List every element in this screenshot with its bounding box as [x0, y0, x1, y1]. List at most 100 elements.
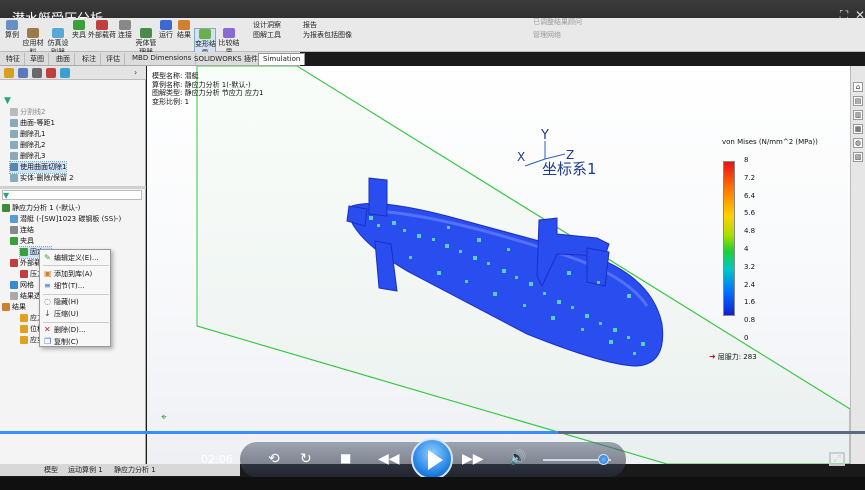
yield-strength: ➜ 屈服力: 283 — [709, 352, 757, 362]
report-image-button[interactable]: 为报表包括图像 — [303, 30, 352, 40]
home-icon[interactable]: ⌂ — [853, 82, 863, 92]
fast-forward-icon[interactable]: ▶▶ — [462, 451, 484, 467]
tab-simulation[interactable]: Simulation — [258, 53, 306, 65]
volume-knob[interactable] — [598, 454, 609, 465]
menu-item-edit-definition[interactable]: ✎ 编辑定义(E)... — [42, 252, 110, 264]
volume-icon[interactable]: 🔊 — [509, 450, 526, 466]
dimxpert-icon[interactable] — [46, 68, 56, 78]
tree-item-label: 实体-删除/保留 2 — [20, 174, 74, 182]
menu-item-suppress[interactable]: ↓ 压缩(U) — [42, 308, 110, 320]
fullscreen-icon[interactable]: ⤢ — [829, 452, 845, 466]
surface-cut-icon — [10, 163, 18, 171]
body-delete-icon — [10, 174, 18, 182]
menu-item-details[interactable]: ≡ 细节(T)... — [42, 280, 110, 292]
property-manager-icon[interactable] — [18, 68, 28, 78]
resources-icon[interactable]: ▤ — [853, 96, 863, 106]
custom-properties-icon[interactable]: ▧ — [853, 152, 863, 162]
tree-item-label: 删除孔2 — [20, 141, 46, 149]
run-icon — [160, 20, 172, 30]
sail-plane — [586, 247, 610, 287]
current-time: 02:06 — [201, 453, 233, 466]
connections-icon — [10, 226, 18, 234]
context-menu: ✎ 编辑定义(E)... ▣ 添加到库(A) ≡ 细节(T)... ◌ 隐藏(H) ↓ 压… — [39, 249, 111, 347]
rewind-icon[interactable]: ◀◀ — [378, 451, 400, 467]
tree-item-label: 静应力分析 1 (-默认-) — [12, 204, 81, 212]
report-button[interactable]: 报告 — [303, 20, 317, 30]
tab-motion-study[interactable]: 运动算例 1 — [68, 465, 103, 475]
menu-item-copy[interactable]: ❐ 复制(C) — [42, 336, 110, 348]
model-name-text: 模型名称: 潜艇 — [152, 72, 199, 80]
tree-item-label: 删除孔1 — [20, 130, 46, 138]
tree-item-label: 使用曲面切除1 — [20, 163, 67, 171]
tree-item[interactable]: 删除孔2 — [10, 140, 45, 151]
tree-item[interactable]: 删除孔1 — [10, 129, 45, 140]
connections-label: 连接 — [118, 31, 132, 39]
fixtures-label: 夹具 — [72, 31, 86, 39]
tree-item[interactable]: 网格 — [10, 280, 34, 291]
tab-evaluate[interactable]: 评估 — [102, 53, 125, 65]
video-scrubber[interactable] — [0, 429, 865, 437]
tree-item[interactable]: 分割线2 — [10, 107, 45, 118]
tree-item[interactable]: 夹具 — [10, 236, 34, 247]
yield-strength-text: 屈服力: 283 — [717, 353, 757, 361]
study-button[interactable]: 算例 — [2, 20, 22, 40]
run-button[interactable]: 运行 — [158, 20, 174, 40]
design-library-icon[interactable]: ▥ — [853, 110, 863, 120]
manage-network-button[interactable]: 管理网络 — [533, 30, 561, 40]
tree-item-label: 夹具 — [20, 237, 34, 245]
legend-tick: 4.8 — [744, 227, 756, 235]
x-axis-label: X — [517, 150, 526, 164]
tab-features[interactable]: 特征 — [2, 53, 25, 65]
tree-item[interactable]: 潜艇 (-[SW]1023 碳钢板 (SS)-) — [10, 214, 121, 225]
fixed-geometry-icon — [20, 248, 28, 256]
delete-icon: ✕ — [44, 325, 51, 334]
tab-surfaces[interactable]: 曲面 — [52, 53, 75, 65]
feature-tree-icon[interactable] — [4, 68, 14, 78]
view-triad-icon[interactable]: ⌖ — [161, 412, 167, 423]
display-manager-icon[interactable] — [60, 68, 70, 78]
menu-item-hide[interactable]: ◌ 隐藏(H) — [42, 296, 110, 308]
connections-button[interactable]: 连接 — [118, 20, 132, 40]
study-icon — [6, 20, 18, 30]
external-loads-button[interactable]: 外部载荷 — [88, 20, 116, 40]
menu-item-delete[interactable]: ✕ 删除(D)... — [42, 324, 110, 336]
tree-item[interactable]: 结果 — [2, 302, 26, 313]
study-filter-box[interactable]: ▼ — [2, 190, 142, 200]
yield-arrow-icon: ➜ — [709, 352, 716, 361]
tab-sketch[interactable]: 草图 — [26, 53, 49, 65]
stress-plot-icon — [20, 314, 28, 322]
design-insight-button[interactable]: 设计洞察 — [253, 20, 281, 30]
config-manager-icon[interactable] — [32, 68, 42, 78]
play-button[interactable] — [411, 438, 453, 480]
loop-icon[interactable]: ⟲ — [268, 451, 280, 467]
legend-tick: 3.2 — [744, 263, 756, 271]
tree-item[interactable]: 删除孔3 — [10, 151, 45, 162]
tree-item[interactable]: 连结 — [10, 225, 34, 236]
panel-splitter[interactable] — [0, 186, 146, 189]
filter-icon[interactable]: ▼ — [4, 96, 11, 106]
tree-item[interactable]: 实体-删除/保留 2 — [10, 173, 74, 184]
menu-item-label: 细节(T)... — [54, 282, 85, 290]
menu-item-add-to-library[interactable]: ▣ 添加到库(A) — [42, 268, 110, 280]
tree-item[interactable]: 使用曲面切除1 — [8, 161, 68, 174]
tree-item[interactable]: 静应力分析 1 (-默认-) — [2, 203, 80, 214]
tree-item[interactable]: 曲面-等距1 — [10, 118, 55, 129]
tab-markup[interactable]: 标注 — [78, 53, 101, 65]
stop-icon[interactable]: ■ — [340, 451, 351, 465]
file-explorer-icon[interactable]: ▦ — [853, 124, 863, 134]
plot-tools-button[interactable]: 图解工具 — [253, 30, 281, 40]
graphics-viewport[interactable]: 模型名称: 潜艇 算例名称: 静应力分析 1(-默认-) 图解类型: 静应力分析… — [147, 66, 850, 464]
tab-model[interactable]: 模型 — [44, 465, 58, 475]
tab-addins[interactable]: SOLIDWORKS 插件 — [190, 53, 263, 65]
tab-mbd[interactable]: MBD Dimensions — [128, 53, 197, 65]
results-advisor-button[interactable]: 已调整结果顾问 — [533, 17, 582, 27]
y-axis-label: Y — [541, 128, 549, 143]
tree-item-label: 分割线2 — [20, 108, 46, 116]
refresh-icon[interactable]: ↻ — [300, 451, 312, 467]
appearances-icon[interactable]: ◍ — [853, 138, 863, 148]
results-button[interactable]: 结果 — [176, 20, 192, 40]
legend-tick: 8 — [744, 156, 749, 164]
tab-static-study[interactable]: 静应力分析 1 — [114, 465, 156, 475]
chevron-right-icon[interactable]: › — [134, 68, 144, 78]
fixtures-button[interactable]: 夹具 — [72, 20, 86, 40]
